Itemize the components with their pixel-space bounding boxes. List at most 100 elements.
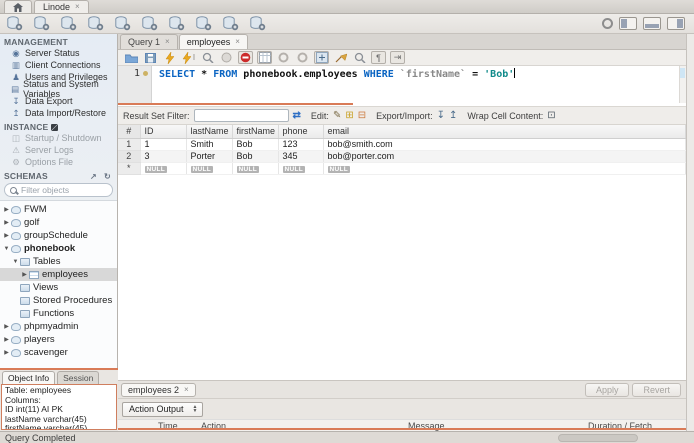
- row-number[interactable]: *: [118, 162, 141, 175]
- tab-query-1[interactable]: Query 1 ×: [120, 34, 178, 49]
- cell[interactable]: Porter: [186, 150, 233, 163]
- export-records-icon[interactable]: ↧: [437, 110, 445, 121]
- new-query-tab-icon[interactable]: [5, 16, 24, 32]
- reconnect-database-icon[interactable]: [248, 16, 267, 32]
- sidebar-item-server-logs[interactable]: ⚠ Server Logs: [0, 144, 117, 156]
- stop-icon[interactable]: [219, 51, 234, 64]
- cell[interactable]: NULL: [140, 162, 187, 175]
- cell[interactable]: bob@smith.com: [323, 138, 686, 151]
- sidebar-item-server-status[interactable]: ◉ Server Status: [0, 47, 117, 59]
- toggle-stop-on-error-icon[interactable]: [238, 51, 253, 64]
- sidebar-item-startup-shutdown[interactable]: ◫ Startup / Shutdown: [0, 132, 117, 144]
- tab-object-info[interactable]: Object Info: [2, 371, 56, 384]
- column-header-id[interactable]: ID: [140, 125, 187, 139]
- tree-node-fwm[interactable]: ▶ FWM: [0, 203, 117, 216]
- cell[interactable]: 123: [278, 138, 324, 151]
- tab-employees[interactable]: employees ×: [178, 34, 248, 49]
- toggle-wrap-icon[interactable]: ⇥: [390, 51, 405, 64]
- row-number[interactable]: 2: [118, 150, 141, 163]
- table-row[interactable]: 2 3 Porter Bob 345 bob@porter.com: [118, 150, 686, 163]
- sidebar-item-data-import-restore[interactable]: ↥ Data Import/Restore: [0, 107, 117, 119]
- beautify-icon[interactable]: [333, 51, 348, 64]
- collapse-all-icon[interactable]: ↗: [88, 172, 99, 181]
- wrap-cell-content-icon[interactable]: ⊡: [547, 110, 555, 121]
- schema-filter-input[interactable]: [21, 185, 101, 195]
- close-icon[interactable]: ×: [75, 3, 80, 11]
- editor-scrollbar[interactable]: [679, 66, 686, 103]
- import-records-icon[interactable]: ↥: [449, 110, 457, 121]
- rollback-icon[interactable]: [276, 51, 291, 64]
- toggle-autocommit-icon[interactable]: [295, 51, 310, 64]
- tree-node-stored-procedures[interactable]: Stored Procedures: [0, 294, 117, 307]
- tree-node-scavenger[interactable]: ▶ scavenger: [0, 346, 117, 359]
- toggle-right-sidebar-button[interactable]: [667, 17, 685, 30]
- tree-node-views[interactable]: Views: [0, 281, 117, 294]
- cell[interactable]: Bob: [232, 138, 279, 151]
- column-header-phone[interactable]: phone: [278, 125, 324, 139]
- sql-code-line[interactable]: SELECT * FROM phonebook.employees WHERE …: [152, 66, 516, 103]
- refresh-grid-icon[interactable]: ⇄: [293, 110, 301, 121]
- collapsed-right-panel[interactable]: [686, 34, 694, 431]
- close-icon[interactable]: ×: [235, 38, 240, 46]
- tree-node-phpmyadmin[interactable]: ▶ phpmyadmin: [0, 320, 117, 333]
- find-search-icon[interactable]: [352, 51, 367, 64]
- column-header-email[interactable]: email: [323, 125, 686, 139]
- cell[interactable]: NULL: [323, 162, 686, 175]
- execute-icon[interactable]: [162, 51, 177, 64]
- commit-icon[interactable]: [257, 51, 272, 64]
- tab-session[interactable]: Session: [57, 371, 100, 384]
- sidebar-item-options-file[interactable]: ⚙ Options File: [0, 156, 117, 168]
- create-view-icon[interactable]: [140, 16, 159, 32]
- insert-record-icon[interactable]: ⊞: [345, 110, 353, 121]
- table-row[interactable]: 1 1 Smith Bob 123 bob@smith.com: [118, 138, 686, 151]
- column-header-lastname[interactable]: lastName: [186, 125, 233, 139]
- tree-node-employees[interactable]: ▶ employees: [0, 268, 117, 281]
- cell[interactable]: Bob: [232, 150, 279, 163]
- tree-node-functions[interactable]: Functions: [0, 307, 117, 320]
- tree-node-tables[interactable]: ▼ Tables: [0, 255, 117, 268]
- sidebar-item-status-and-system-variables[interactable]: ▤ Status and System Variables: [0, 79, 117, 99]
- home-tab[interactable]: [4, 0, 32, 13]
- horizontal-scrollbar-thumb[interactable]: [558, 434, 638, 442]
- refresh-schemas-icon[interactable]: ↻: [102, 172, 113, 181]
- toggle-bottom-panel-button[interactable]: [643, 17, 661, 30]
- revert-button[interactable]: Revert: [632, 382, 681, 397]
- cell[interactable]: NULL: [186, 162, 233, 175]
- cell[interactable]: 3: [140, 150, 187, 163]
- toggle-left-sidebar-button[interactable]: [619, 17, 637, 30]
- column-header-rownum[interactable]: #: [118, 125, 141, 139]
- close-icon[interactable]: ×: [184, 385, 189, 394]
- create-table-icon[interactable]: [113, 16, 132, 32]
- output-type-dropdown[interactable]: Action Output ▲ ▼: [122, 401, 203, 417]
- close-icon[interactable]: ×: [165, 38, 170, 46]
- tree-node-groupschedule[interactable]: ▶ groupSchedule: [0, 229, 117, 242]
- tree-node-players[interactable]: ▶ players: [0, 333, 117, 346]
- cell[interactable]: NULL: [278, 162, 324, 175]
- cell[interactable]: bob@porter.com: [323, 150, 686, 163]
- table-row-new[interactable]: * NULL NULL NULL NULL NULL: [118, 162, 686, 175]
- explain-icon[interactable]: [200, 51, 215, 64]
- row-number[interactable]: 1: [118, 138, 141, 151]
- column-header-firstname[interactable]: firstName: [232, 125, 279, 139]
- save-script-icon[interactable]: [143, 51, 158, 64]
- schema-filter-box[interactable]: [4, 183, 113, 197]
- delete-record-icon[interactable]: ⊟: [358, 110, 366, 121]
- inspect-database-icon[interactable]: [59, 16, 78, 32]
- apply-button[interactable]: Apply: [584, 382, 630, 397]
- cell[interactable]: 345: [278, 150, 324, 163]
- show-invisibles-icon[interactable]: ¶: [371, 51, 386, 64]
- open-sql-script-icon[interactable]: [32, 16, 51, 32]
- create-schema-icon[interactable]: [86, 16, 105, 32]
- result-tab[interactable]: employees 2 ×: [121, 382, 196, 397]
- search-table-data-icon[interactable]: [221, 16, 240, 32]
- sidebar-item-client-connections[interactable]: ▥ Client Connections: [0, 59, 117, 71]
- create-function-icon[interactable]: [194, 16, 213, 32]
- cell[interactable]: NULL: [232, 162, 279, 175]
- open-script-icon[interactable]: [124, 51, 139, 64]
- result-filter-input[interactable]: [193, 109, 289, 122]
- set-query-limit-icon[interactable]: [314, 51, 329, 64]
- create-procedure-icon[interactable]: [167, 16, 186, 32]
- sql-editor[interactable]: 1 SELECT * FROM phonebook.employees WHER…: [118, 66, 686, 103]
- cell[interactable]: Smith: [186, 138, 233, 151]
- tree-node-golf[interactable]: ▶ golf: [0, 216, 117, 229]
